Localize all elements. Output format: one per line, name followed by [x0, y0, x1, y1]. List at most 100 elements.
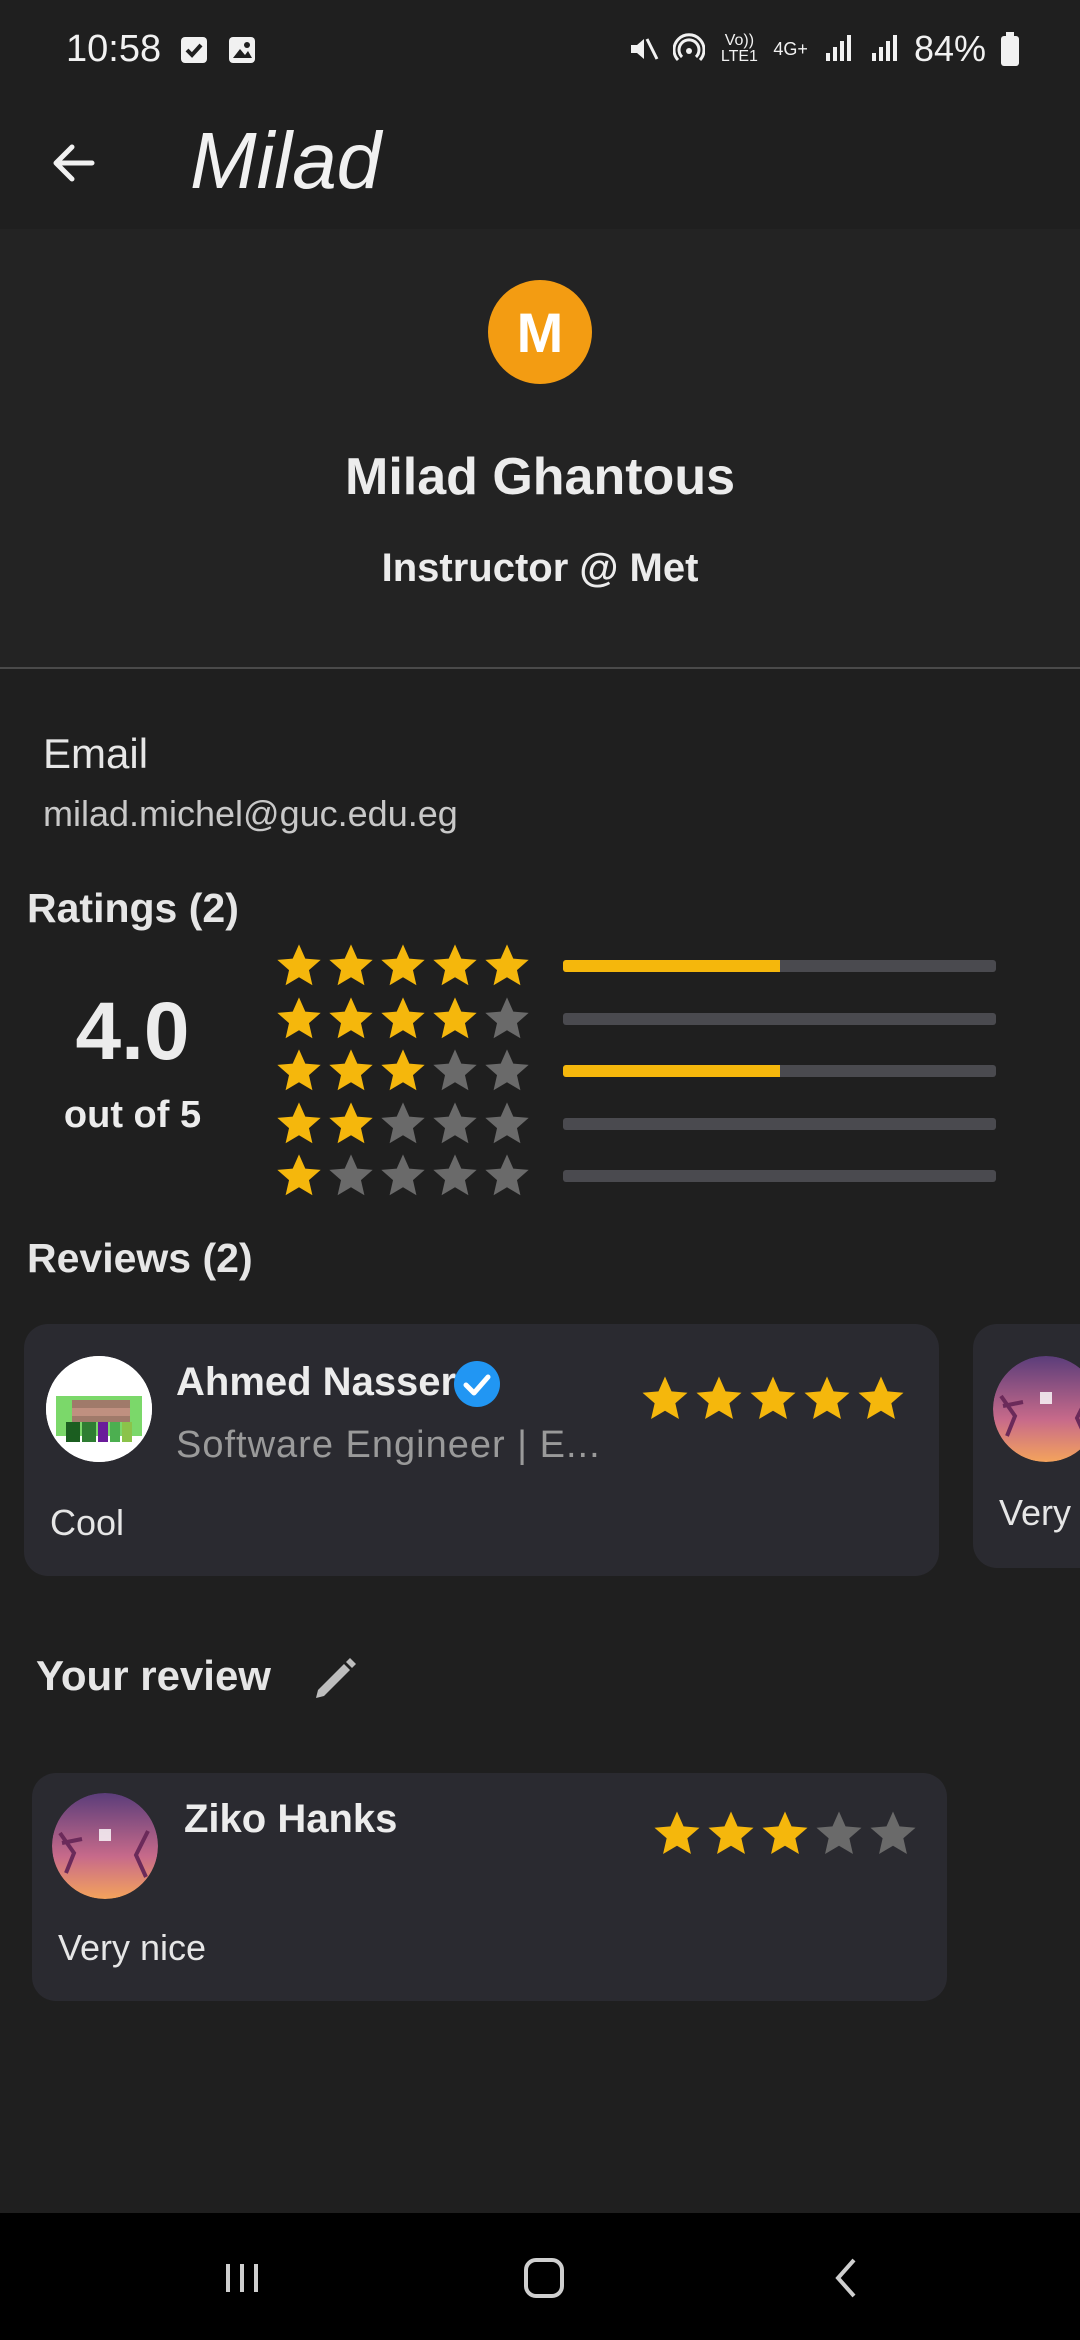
back-arrow-icon[interactable]: [44, 133, 104, 193]
my-avatar: [52, 1793, 158, 1899]
star-filled-icon: [277, 1101, 321, 1143]
review-card-next[interactable]: Very: [973, 1324, 1080, 1568]
star-filled-icon: [433, 996, 477, 1038]
mute-icon: [631, 38, 659, 60]
star-filled-icon: [381, 996, 425, 1038]
star-filled-icon: [329, 996, 373, 1038]
status-right: Vo)) LTE1 4G+ 84%: [627, 28, 1020, 70]
my-review-card[interactable]: Ziko Hanks Very nice: [32, 1773, 947, 2001]
star-filled-icon: [642, 1376, 688, 1420]
email-value[interactable]: milad.michel@guc.edu.eg: [43, 793, 458, 835]
star-filled-icon: [277, 996, 321, 1038]
app-bar: Milad: [0, 105, 1080, 229]
rating-row-stars: [273, 993, 533, 1045]
rating-row-stars: [273, 1150, 533, 1202]
star-empty-icon: [870, 1811, 916, 1855]
star-filled-icon: [858, 1376, 904, 1420]
status-time: 10:58: [66, 28, 162, 70]
review-text: Very: [999, 1492, 1072, 1533]
star-filled-icon: [750, 1376, 796, 1420]
battery-icon: [1001, 32, 1019, 66]
rating-bar: [563, 1065, 996, 1077]
reviewer-avatar: [993, 1356, 1080, 1462]
rating-row-stars: [273, 1045, 533, 1097]
reviewer-avatar: [46, 1356, 152, 1462]
star-empty-icon: [329, 1154, 373, 1196]
review-stars: [638, 1372, 908, 1426]
status-left-icons: [178, 34, 258, 66]
rating-bar: [563, 1170, 996, 1182]
reviewer-subtitle: Software Engineer | E...: [176, 1424, 601, 1466]
battery-percentage: 84%: [913, 28, 986, 69]
status-bar: 10:58 Vo)) LTE1 4G+ 84%: [0, 0, 1080, 105]
star-filled-icon: [329, 1101, 373, 1143]
star-filled-icon: [277, 944, 321, 986]
rating-row-5: [273, 940, 1003, 992]
rating-row-4: [273, 993, 1003, 1045]
rating-row-1: [273, 1150, 1003, 1202]
star-filled-icon: [654, 1811, 700, 1855]
star-filled-icon: [381, 1049, 425, 1091]
network-label: 4G+: [773, 38, 808, 59]
profile-role: Instructor @ Met: [381, 546, 699, 590]
edit-pencil-icon[interactable]: [308, 1650, 364, 1706]
star-filled-icon: [485, 944, 529, 986]
rating-row-stars: [273, 1098, 533, 1150]
star-filled-icon: [433, 944, 477, 986]
back-nav-icon[interactable]: [818, 2248, 878, 2308]
my-review-stars: [650, 1807, 920, 1861]
review-card[interactable]: Ahmed Nasser Software Engineer | E... Co…: [24, 1324, 939, 1576]
star-empty-icon: [433, 1154, 477, 1196]
star-filled-icon: [329, 944, 373, 986]
home-icon[interactable]: [514, 2248, 574, 2308]
star-filled-icon: [804, 1376, 850, 1420]
profile-header: M Milad Ghantous Instructor @ Met: [0, 229, 1080, 669]
system-nav-bar: [0, 2213, 1080, 2340]
verified-badge-icon: [454, 1361, 500, 1407]
star-empty-icon: [816, 1811, 862, 1855]
hotspot-icon: [673, 33, 706, 62]
star-filled-icon: [696, 1376, 742, 1420]
rating-bar: [563, 1012, 996, 1025]
profile-name: Milad Ghantous: [345, 448, 735, 506]
signal-roaming-icon: [871, 35, 897, 61]
star-empty-icon: [433, 1101, 477, 1143]
star-filled-icon: [381, 944, 425, 986]
page-title: Milad: [190, 116, 382, 205]
star-empty-icon: [381, 1101, 425, 1143]
star-empty-icon: [381, 1154, 425, 1196]
star-empty-icon: [485, 1154, 529, 1196]
star-filled-icon: [708, 1811, 754, 1855]
rating-row-2: [273, 1098, 1003, 1150]
ratings-title: Ratings (2): [27, 885, 239, 931]
star-filled-icon: [762, 1811, 808, 1855]
rating-bar-fill: [563, 960, 780, 972]
star-filled-icon: [329, 1049, 373, 1091]
my-review-text: Very nice: [58, 1927, 207, 1968]
out-of-label: out of 5: [63, 1094, 202, 1136]
rating-bar: [563, 1117, 996, 1130]
star-filled-icon: [277, 1154, 321, 1196]
star-empty-icon: [485, 1101, 529, 1143]
signal-icon: [825, 35, 851, 61]
image-notification-icon: [229, 37, 255, 63]
email-label: Email: [43, 730, 149, 777]
reviews-title: Reviews (2): [27, 1235, 253, 1281]
star-empty-icon: [485, 1049, 529, 1091]
star-empty-icon: [485, 996, 529, 1038]
my-name: Ziko Hanks: [184, 1797, 398, 1841]
rating-bar-fill: [563, 1065, 780, 1077]
rating-bar: [563, 960, 996, 972]
star-empty-icon: [433, 1049, 477, 1091]
average-rating: 4.0: [75, 986, 190, 1077]
avatar: M: [488, 280, 592, 384]
reviewer-name: Ahmed Nasser: [176, 1360, 457, 1404]
recent-apps-icon[interactable]: [212, 2248, 272, 2308]
your-review-title: Your review: [36, 1652, 271, 1699]
volte-label: Vo)) LTE1: [720, 32, 758, 65]
rating-row-stars: [273, 940, 533, 992]
checkbox-notification-icon: [181, 37, 207, 63]
rating-row-3: [273, 1045, 1003, 1097]
review-text: Cool: [50, 1502, 125, 1543]
star-filled-icon: [277, 1049, 321, 1091]
